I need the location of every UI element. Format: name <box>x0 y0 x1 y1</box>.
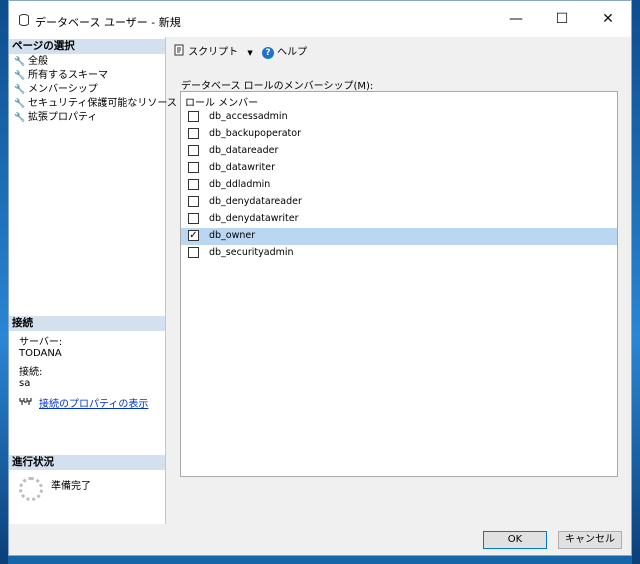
script-label: スクリプト <box>188 47 239 58</box>
role-name: db_ddladmin <box>209 179 271 190</box>
progress-header: 進行状況 <box>9 455 165 470</box>
connection-header: 接続 <box>9 316 165 331</box>
database-icon <box>19 14 29 26</box>
page-item-owned-schemas[interactable]: 🔧 所有するスキーマ <box>14 69 108 83</box>
connection-plug-icon <box>19 398 32 405</box>
wrench-icon: 🔧 <box>14 71 26 81</box>
role-checkbox[interactable] <box>188 128 199 139</box>
help-icon: ? <box>261 46 274 59</box>
wrench-icon: 🔧 <box>14 99 26 109</box>
page-item-securables[interactable]: 🔧 セキュリティ保護可能なリソース <box>14 97 177 111</box>
role-checkbox[interactable] <box>188 247 199 258</box>
page-item-label: 拡張プロパティ <box>28 112 98 123</box>
maximize-button[interactable]: ☐ <box>539 1 585 37</box>
page-item-general[interactable]: 🔧 全般 <box>14 55 48 69</box>
role-checkbox[interactable] <box>188 111 199 122</box>
role-checkbox[interactable] <box>188 213 199 224</box>
role-row-db-accessadmin[interactable]: db_accessadmin <box>181 109 617 126</box>
page-item-label: メンバーシップ <box>28 84 98 95</box>
role-membership-label: データベース ロールのメンバーシップ(M): <box>181 81 374 92</box>
wrench-icon: 🔧 <box>14 57 26 67</box>
desktop-background-left <box>0 0 8 564</box>
close-button[interactable]: ✕ <box>585 1 631 37</box>
role-checkbox[interactable] <box>188 145 199 156</box>
minimize-button[interactable]: — <box>493 1 539 37</box>
left-pane: ページの選択 🔧 全般 🔧 所有するスキーマ 🔧 メンバーシップ 🔧 セキュリティ保護可… <box>9 37 177 524</box>
view-connection-properties[interactable]: 接続のプロパティの表示 <box>19 395 148 410</box>
role-row-db-securityadmin[interactable]: db_securityadmin <box>181 245 617 262</box>
role-name: db_datawriter <box>209 162 275 173</box>
progress-status: 準備完了 <box>51 481 91 492</box>
connection-value: sa <box>19 378 31 389</box>
wrench-icon: 🔧 <box>14 113 26 123</box>
role-name: db_datareader <box>209 145 279 156</box>
role-row-db-datawriter[interactable]: db_datawriter <box>181 160 617 177</box>
page-item-extended-properties[interactable]: 🔧 拡張プロパティ <box>14 111 97 125</box>
role-checkbox[interactable] <box>188 196 199 207</box>
help-button[interactable]: ? ヘルプ <box>261 46 308 59</box>
role-name: db_denydatawriter <box>209 213 299 224</box>
role-row-db-ddladmin[interactable]: db_ddladmin <box>181 177 617 194</box>
role-name: db_accessadmin <box>209 111 288 122</box>
select-page-header: ページの選択 <box>9 39 165 54</box>
role-row-db-denydatareader[interactable]: db_denydatareader <box>181 194 617 211</box>
role-checkbox-checked[interactable]: ✓ <box>188 230 199 241</box>
role-checkbox[interactable] <box>188 179 199 190</box>
role-membership-list: ロール メンバー db_accessadmin db_backupoperato… <box>180 91 618 477</box>
title-bar[interactable]: データベース ユーザー - 新規 — ☐ ✕ <box>9 1 631 37</box>
script-dropdown-icon[interactable]: ▼ <box>247 49 252 57</box>
role-name: db_securityadmin <box>209 247 294 258</box>
ok-button[interactable]: OK <box>483 531 547 549</box>
role-row-db-datareader[interactable]: db_datareader <box>181 143 617 160</box>
progress-spinner-icon <box>19 477 43 501</box>
role-name: db_denydatareader <box>209 196 302 207</box>
server-value: TODANA <box>19 348 62 359</box>
page-item-label: 所有するスキーマ <box>28 70 108 81</box>
role-row-db-denydatawriter[interactable]: db_denydatawriter <box>181 211 617 228</box>
script-icon <box>174 44 184 56</box>
page-item-membership[interactable]: 🔧 メンバーシップ <box>14 83 98 97</box>
role-row-db-owner[interactable]: ✓ db_owner <box>181 228 617 245</box>
script-button[interactable]: スクリプト <box>173 44 241 59</box>
view-connection-properties-link[interactable]: 接続のプロパティの表示 <box>39 399 148 410</box>
role-row-db-backupoperator[interactable]: db_backupoperator <box>181 126 617 143</box>
role-members-column-header: ロール メンバー <box>185 98 259 109</box>
role-name: db_owner <box>209 230 256 241</box>
role-name: db_backupoperator <box>209 128 302 139</box>
cancel-button[interactable]: キャンセル <box>558 531 622 549</box>
wrench-icon: 🔧 <box>14 85 26 95</box>
page-item-label: 全般 <box>28 56 48 67</box>
toolbar: スクリプト ▼ ? ヘルプ <box>173 44 307 60</box>
help-label: ヘルプ <box>277 46 308 58</box>
desktop-background-right <box>632 0 640 564</box>
page-item-label: セキュリティ保護可能なリソース <box>28 98 177 109</box>
database-user-dialog: データベース ユーザー - 新規 — ☐ ✕ ページの選択 🔧 全般 🔧 所有するス… <box>8 0 632 556</box>
window-title: データベース ユーザー - 新規 <box>35 16 181 29</box>
role-checkbox[interactable] <box>188 162 199 173</box>
